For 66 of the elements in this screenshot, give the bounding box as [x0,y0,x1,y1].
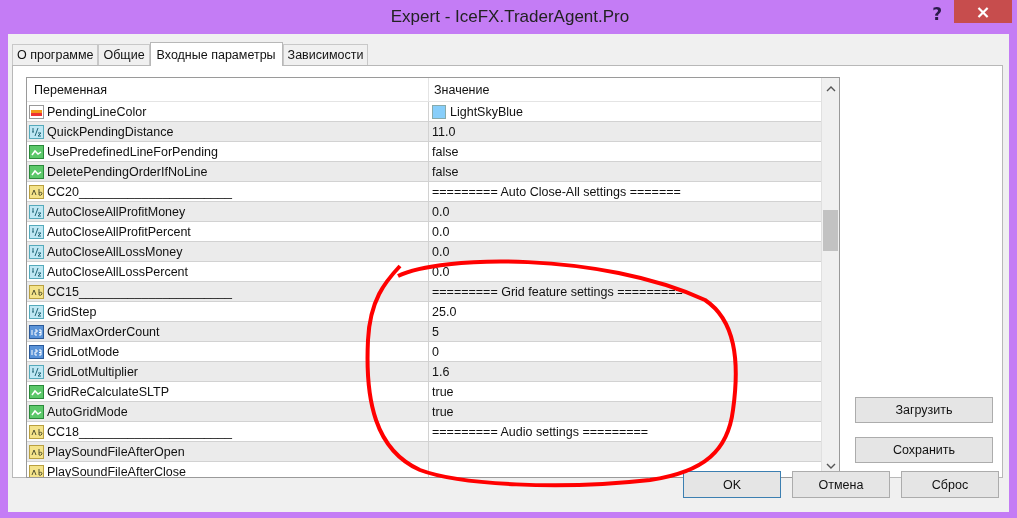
column-header: Переменная [33,81,108,99]
text-icon [29,463,45,477]
text-icon [29,283,45,300]
fraction-icon [29,263,45,280]
number-icon [29,323,45,340]
parameter-name: DeletePendingOrderIfNoLine [47,164,208,179]
help-button[interactable]: ? [932,4,942,24]
fraction-icon [29,243,45,260]
toggle-icon [29,163,45,180]
window-title: Expert - IceFX.TraderAgent.Pro [389,7,631,27]
parameter-name: GridStep [47,304,97,319]
parameter-value: 5 [432,324,439,339]
parameter-name: AutoCloseAllLossPercent [47,264,189,279]
parameter-value: 0.0 [432,224,450,239]
scroll-down-icon[interactable] [825,463,836,469]
parameter-value: 0.0 [432,204,450,219]
fraction-icon [29,123,45,140]
parameter-name: AutoCloseAllProfitMoney [47,204,186,219]
parameter-value: ========= Grid feature settings ========= [432,284,683,299]
parameter-value: 0.0 [432,244,450,259]
parameter-name: GridLotMode [47,344,120,359]
scroll-thumb[interactable] [823,210,838,251]
close-button[interactable]: × [954,0,1012,23]
parameter-name: CC15______________________ [47,284,232,299]
parameter-value: LightSkyBlue [450,104,523,119]
fraction-icon [29,223,45,240]
tab[interactable]: Общие [98,44,150,65]
fraction-icon [29,203,45,220]
parameter-value: ========= Audio settings ========= [432,424,649,439]
fraction-icon [29,363,45,380]
dialog-button[interactable]: OK [683,471,781,498]
parameter-name: PlaySoundFileAfterOpen [47,444,185,459]
dialog-button[interactable]: Отмена [792,471,890,498]
side-button[interactable]: Сохранить [855,437,993,463]
tab[interactable]: Зависимости [282,44,369,65]
parameter-name: GridLotMultiplier [47,364,138,379]
parameter-value: 0.0 [432,264,450,279]
fraction-icon [29,303,45,320]
parameter-name: GridMaxOrderCount [47,324,160,339]
parameter-value: true [432,384,454,399]
dialog-button[interactable]: Сброс [901,471,999,498]
parameter-name: CC18______________________ [47,424,232,439]
parameter-value: false [432,144,459,159]
parameter-value: false [432,164,459,179]
text-icon [29,183,45,200]
text-icon [29,443,45,460]
parameter-value: 0 [432,344,439,359]
parameter-name: PendingLineColor [47,104,147,119]
parameter-name: GridReCalculateSLTP [47,384,170,399]
parameter-name: AutoCloseAllProfitPercent [47,224,191,239]
tab[interactable]: О программе [12,44,99,65]
text-icon [29,423,45,440]
parameter-name: UsePredefinedLineForPending [47,144,218,159]
parameter-name: AutoGridMode [47,404,128,419]
tab[interactable]: Входные параметры [149,42,283,66]
side-button[interactable]: Загрузить [855,397,993,423]
parameter-value: 25.0 [432,304,457,319]
parameter-value: ========= Auto Close-All settings ======= [432,184,681,199]
scroll-up-icon[interactable] [825,86,836,92]
parameter-name: CC20______________________ [47,184,232,199]
toggle-icon [29,403,45,420]
parameter-name: QuickPendingDistance [47,124,174,139]
parameter-value: 1.6 [432,364,450,379]
parameter-value: true [432,404,454,419]
parameter-name: AutoCloseAllLossMoney [47,244,183,259]
parameter-value: 11.0 [432,124,456,139]
